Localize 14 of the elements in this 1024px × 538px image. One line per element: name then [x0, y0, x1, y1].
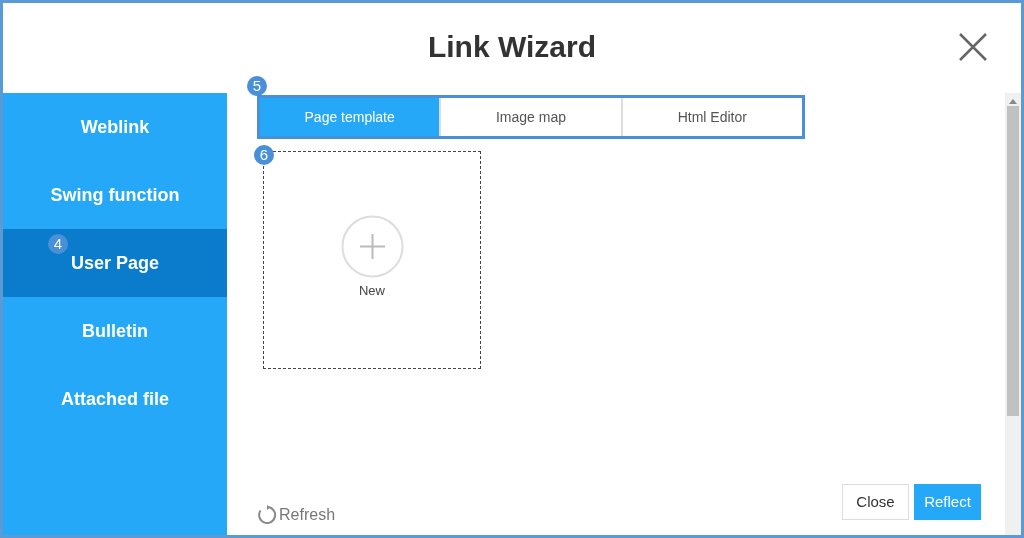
- plus-icon: [340, 215, 404, 279]
- scrollbar-thumb[interactable]: [1007, 106, 1019, 416]
- tab[interactable]: Page template: [260, 98, 440, 136]
- reflect-button[interactable]: Reflect: [914, 484, 981, 520]
- callout-badge: 5: [247, 76, 267, 96]
- scroll-up-icon[interactable]: [1009, 98, 1017, 104]
- callout-badge: 6: [254, 145, 274, 165]
- close-button[interactable]: Close: [842, 484, 909, 520]
- refresh-icon: [257, 505, 277, 525]
- callout-badge: 4: [48, 234, 68, 254]
- close-icon[interactable]: [957, 31, 989, 63]
- window-title: Link Wizard: [427, 29, 597, 65]
- sidebar-item[interactable]: User Page 4: [3, 229, 227, 297]
- refresh-link[interactable]: Refresh: [257, 503, 336, 527]
